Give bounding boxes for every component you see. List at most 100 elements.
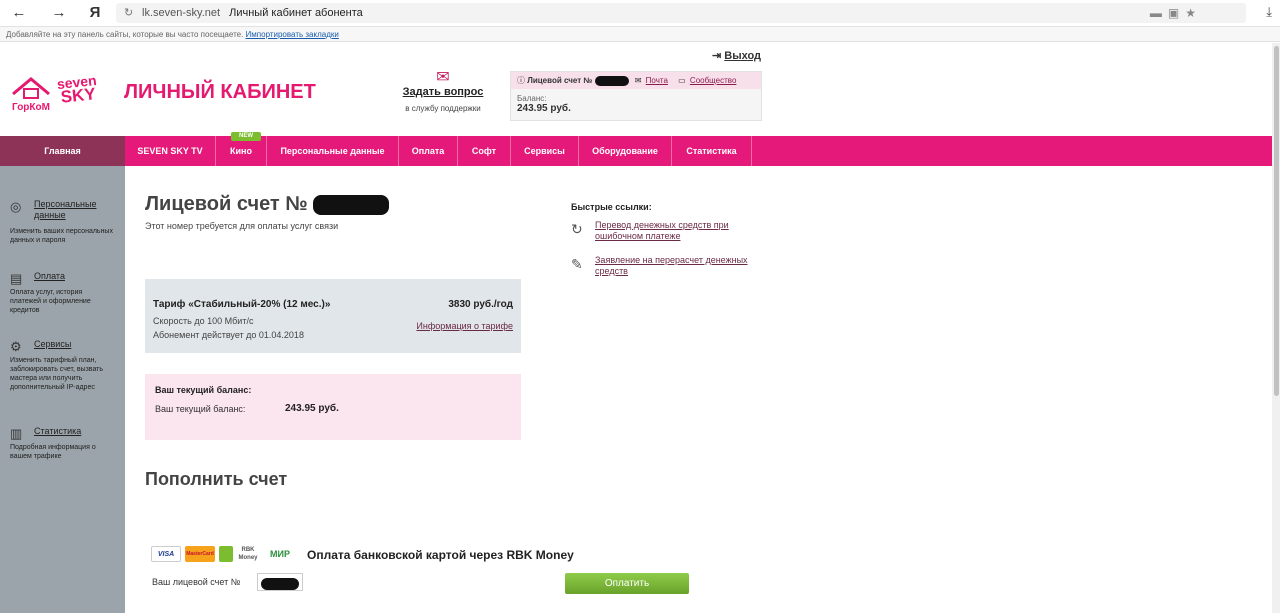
bookmarks-prompt: Добавляйте на эту панель сайты, которые …: [6, 30, 244, 39]
toolbar-icons[interactable]: ▬▣★: [1150, 3, 1202, 23]
quick-link-transfer[interactable]: ↻ Перевод денежных средств при ошибочном…: [571, 220, 761, 242]
person-icon: ◎: [10, 199, 22, 214]
envelope-icon: ✉: [436, 69, 450, 86]
yandex-icon[interactable]: Я: [84, 3, 106, 23]
quick-link-label[interactable]: Перевод денежных средств при ошибочном п…: [595, 220, 761, 242]
sidebar-item-statistics[interactable]: ▥ Статистика Подробная информация о ваше…: [10, 426, 115, 461]
star-icon[interactable]: ★: [1185, 6, 1202, 20]
nav-statistics[interactable]: Статистика: [672, 136, 752, 166]
nav-personal-data[interactable]: Персональные данные: [267, 136, 399, 166]
gorkom-logo-text: ГорКоМ: [12, 102, 50, 113]
account-number-field[interactable]: [257, 573, 303, 591]
account-subtitle: Этот номер требуется для оплаты услуг св…: [145, 221, 339, 231]
nav-soft[interactable]: Софт: [458, 136, 511, 166]
account-number-redacted: [313, 194, 390, 215]
account-box-header: ⓘ Лицевой счет № ✉ Почта ▭ Сообщество: [511, 72, 761, 89]
gorkom-logo[interactable]: ГорКоМ: [10, 76, 52, 114]
sidebar-item-desc: Оплата услуг, история платежей и оформле…: [10, 289, 91, 314]
seven-sky-logo[interactable]: seven SKY: [54, 72, 102, 114]
mir-logo: МИР: [270, 549, 290, 559]
tariff-speed: Скорость до 100 Мбит/с: [153, 316, 254, 326]
logout-label: Выход: [724, 50, 762, 62]
nav-services[interactable]: Сервисы: [511, 136, 579, 166]
bar-chart-icon: ▥: [10, 426, 23, 441]
quick-links-title: Быстрые ссылки:: [571, 202, 652, 212]
site-title: ЛИЧНЫЙ КАБИНЕТ: [124, 81, 316, 103]
mail-link[interactable]: Почта: [646, 76, 668, 85]
sidebar-item-desc: Подробная информация о вашем трафике: [10, 444, 96, 460]
sidebar-item-desc: Изменить тарифный план, заблокировать сч…: [10, 357, 104, 391]
balance-label: Ваш текущий баланс:: [155, 404, 246, 414]
scrollbar-thumb[interactable]: [1274, 46, 1279, 396]
topup-title: Пополнить счет: [145, 469, 288, 489]
balance-heading: Ваш текущий баланс:: [155, 385, 252, 395]
community-link[interactable]: Сообщество: [690, 76, 736, 85]
new-badge: NEW: [231, 132, 261, 141]
url-domain: lk.seven-sky.net: [142, 7, 221, 19]
nav-payment[interactable]: Оплата: [399, 136, 458, 166]
sidebar-item-payment[interactable]: ▤ Оплата Оплата услуг, история платежей …: [10, 271, 115, 315]
mastercard-logo: MasterCard: [185, 546, 215, 562]
sidebar: ◎ Персональные данные Изменить ваших пер…: [0, 166, 125, 613]
page-title: Лицевой счет №: [145, 193, 390, 216]
ask-question-sub: в службу поддержки: [405, 104, 481, 113]
browser-toolbar: ← → Я ↻ lk.seven-sky.net Личный кабинет …: [0, 0, 1280, 27]
sidebar-item-desc: Изменить ваших персональных данных и пар…: [10, 228, 113, 244]
nav-home[interactable]: Главная: [0, 136, 125, 166]
quick-link-recalc[interactable]: ✎ Заявление на перерасчет денежных средс…: [571, 255, 761, 277]
account-number-redacted: [594, 75, 629, 86]
sidebar-item-label[interactable]: Статистика: [34, 426, 115, 437]
wallet-icon: ▤: [10, 271, 23, 286]
back-button[interactable]: ←: [8, 3, 30, 23]
download-icon[interactable]: ⤓: [1266, 4, 1272, 20]
forward-button[interactable]: →: [48, 3, 70, 23]
edit-icon: ✎: [571, 256, 583, 272]
rbk-money-logo: RBK Money: [238, 547, 258, 561]
pay-button[interactable]: Оплатить: [565, 573, 689, 594]
sidebar-item-label[interactable]: Персональные данные: [34, 199, 115, 221]
refresh-icon: ↻: [571, 221, 583, 237]
nav-equipment[interactable]: Оборудование: [579, 136, 672, 166]
mail-icon: ✉: [634, 76, 642, 85]
header-balance-label: Баланс:: [517, 94, 547, 103]
sidebar-item-services[interactable]: ⚙ Сервисы Изменить тарифный план, заблок…: [10, 339, 115, 392]
logout-icon: ⇥: [712, 50, 722, 62]
url-page-title: Личный кабинет абонента: [229, 7, 363, 19]
tariff-info-link[interactable]: Информация о тарифе: [416, 321, 513, 331]
ask-question-block[interactable]: ✉ Задать вопрос в службу поддержки: [396, 70, 490, 116]
visa-logo: VISA: [151, 546, 181, 562]
main-nav: Главная SEVEN SKY TV Кино Персональные д…: [0, 132, 1272, 166]
ask-question-link[interactable]: Задать вопрос: [396, 86, 490, 98]
tariff-name: Тариф «Стабильный-20% (12 мес.)»: [153, 299, 331, 310]
site-header: ГорКоМ seven SKY ЛИЧНЫЙ КАБИНЕТ ✉ Задать…: [0, 43, 1272, 136]
address-bar[interactable]: ↻ lk.seven-sky.net Личный кабинет абонен…: [116, 3, 1246, 23]
logout-link[interactable]: ⇥ Выход: [712, 49, 761, 62]
account-icon: ⓘ: [517, 76, 525, 85]
rbk-money-icon: [219, 546, 233, 562]
sidebar-item-label[interactable]: Оплата: [34, 271, 115, 282]
refresh-icon[interactable]: ↻: [124, 3, 133, 23]
sky-logo-text: SKY: [59, 84, 97, 107]
nav-seven-sky-tv[interactable]: SEVEN SKY TV: [125, 136, 216, 166]
sidebar-item-label[interactable]: Сервисы: [34, 339, 115, 350]
account-input-label: Ваш лицевой счет №: [152, 577, 241, 587]
header-balance-value: 243.95 руб.: [517, 103, 571, 114]
tariff-price: 3830 руб./год: [448, 299, 513, 310]
quick-link-label[interactable]: Заявление на перерасчет денежных средств: [595, 255, 761, 277]
import-bookmarks-link[interactable]: Импортировать закладки: [246, 30, 339, 39]
tariff-box: Тариф «Стабильный-20% (12 мес.)» 3830 ру…: [145, 279, 521, 353]
sidebar-item-personal[interactable]: ◎ Персональные данные Изменить ваших пер…: [10, 199, 115, 245]
account-label: Лицевой счет №: [527, 76, 593, 85]
chat-icon[interactable]: ▬: [1150, 6, 1168, 20]
account-number-redacted: [261, 577, 299, 590]
community-icon: ▭: [678, 76, 686, 85]
gear-icon: ⚙: [10, 339, 22, 354]
bookmarks-bar: Добавляйте на эту панель сайты, которые …: [0, 27, 1280, 42]
page-title-text: Лицевой счет №: [145, 193, 308, 215]
balance-box: Ваш текущий баланс: Ваш текущий баланс: …: [145, 374, 521, 440]
payment-title: Оплата банковской картой через RBK Money: [307, 548, 574, 562]
balance-value: 243.95 руб.: [285, 403, 339, 414]
account-box: ⓘ Лицевой счет № ✉ Почта ▭ Сообщество Ба…: [510, 71, 762, 121]
tariff-valid: Абонемент действует до 01.04.2018: [153, 330, 304, 340]
reader-icon[interactable]: ▣: [1168, 6, 1185, 20]
